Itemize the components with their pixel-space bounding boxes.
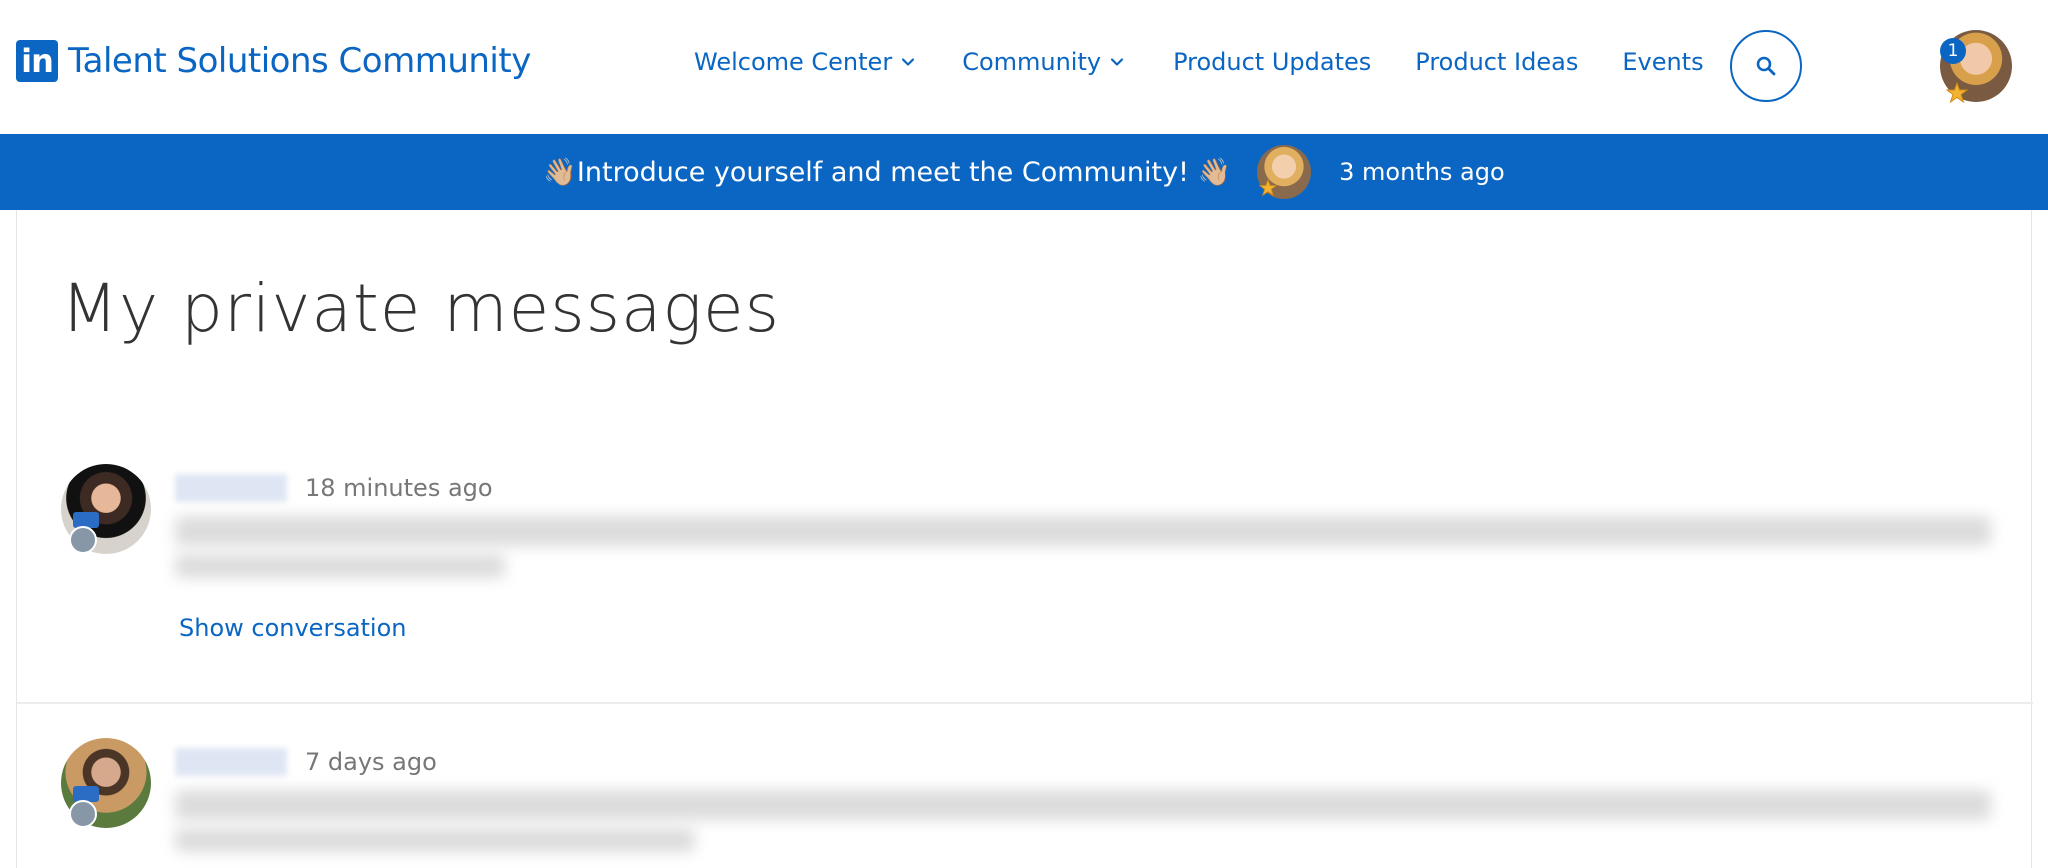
nav-product-ideas[interactable]: Product Ideas xyxy=(1415,48,1578,76)
announcement-time: 3 months ago xyxy=(1339,158,1505,186)
rank-badge-icon xyxy=(69,526,97,554)
nav-events[interactable]: Events xyxy=(1622,48,1703,76)
message-preview-redacted xyxy=(175,554,505,578)
nav-community[interactable]: Community xyxy=(962,48,1125,76)
linkedin-logo-icon: in xyxy=(16,40,58,82)
rank-badge-icon xyxy=(69,800,97,828)
message-item: 18 minutes ago Show conversation xyxy=(17,464,2033,704)
site-header: in Talent Solutions Community Welcome Ce… xyxy=(0,0,2048,134)
message-preview-redacted xyxy=(175,828,695,852)
show-conversation-link[interactable]: Show conversation xyxy=(179,614,407,642)
announcement-title[interactable]: 👋🏼Introduce yourself and meet the Commun… xyxy=(543,156,1231,188)
message-preview-redacted xyxy=(175,790,1991,820)
chevron-down-icon xyxy=(902,58,915,66)
sender-name-redacted[interactable] xyxy=(175,474,287,502)
message-time: 18 minutes ago xyxy=(305,474,493,502)
chevron-down-icon xyxy=(1110,58,1124,66)
nav-welcome-center-label: Welcome Center xyxy=(694,48,893,76)
announcement-author-avatar[interactable] xyxy=(1257,145,1312,199)
search-button[interactable] xyxy=(1730,30,1802,102)
rank-star-icon xyxy=(1259,179,1278,197)
notification-count-badge[interactable]: 1 xyxy=(1940,38,1966,64)
site-logo[interactable]: in Talent Solutions Community xyxy=(16,40,531,82)
rank-star-icon xyxy=(1946,82,1968,104)
nav-welcome-center[interactable]: Welcome Center xyxy=(694,48,916,76)
nav-product-updates[interactable]: Product Updates xyxy=(1173,48,1371,76)
nav-community-label: Community xyxy=(962,48,1102,76)
message-preview-redacted xyxy=(175,516,1991,546)
main-nav: Welcome Center Community Product Updates… xyxy=(694,48,1704,76)
page-title: My private messages xyxy=(61,270,781,347)
search-icon xyxy=(1756,56,1776,76)
site-title: Talent Solutions Community xyxy=(68,41,531,81)
message-time: 7 days ago xyxy=(305,748,437,776)
messages-card: My private messages 18 minutes ago Show … xyxy=(16,210,2033,868)
message-item: 7 days ago xyxy=(17,738,2033,868)
announcement-banner[interactable]: 👋🏼Introduce yourself and meet the Commun… xyxy=(0,134,2048,210)
sender-name-redacted[interactable] xyxy=(175,748,287,776)
